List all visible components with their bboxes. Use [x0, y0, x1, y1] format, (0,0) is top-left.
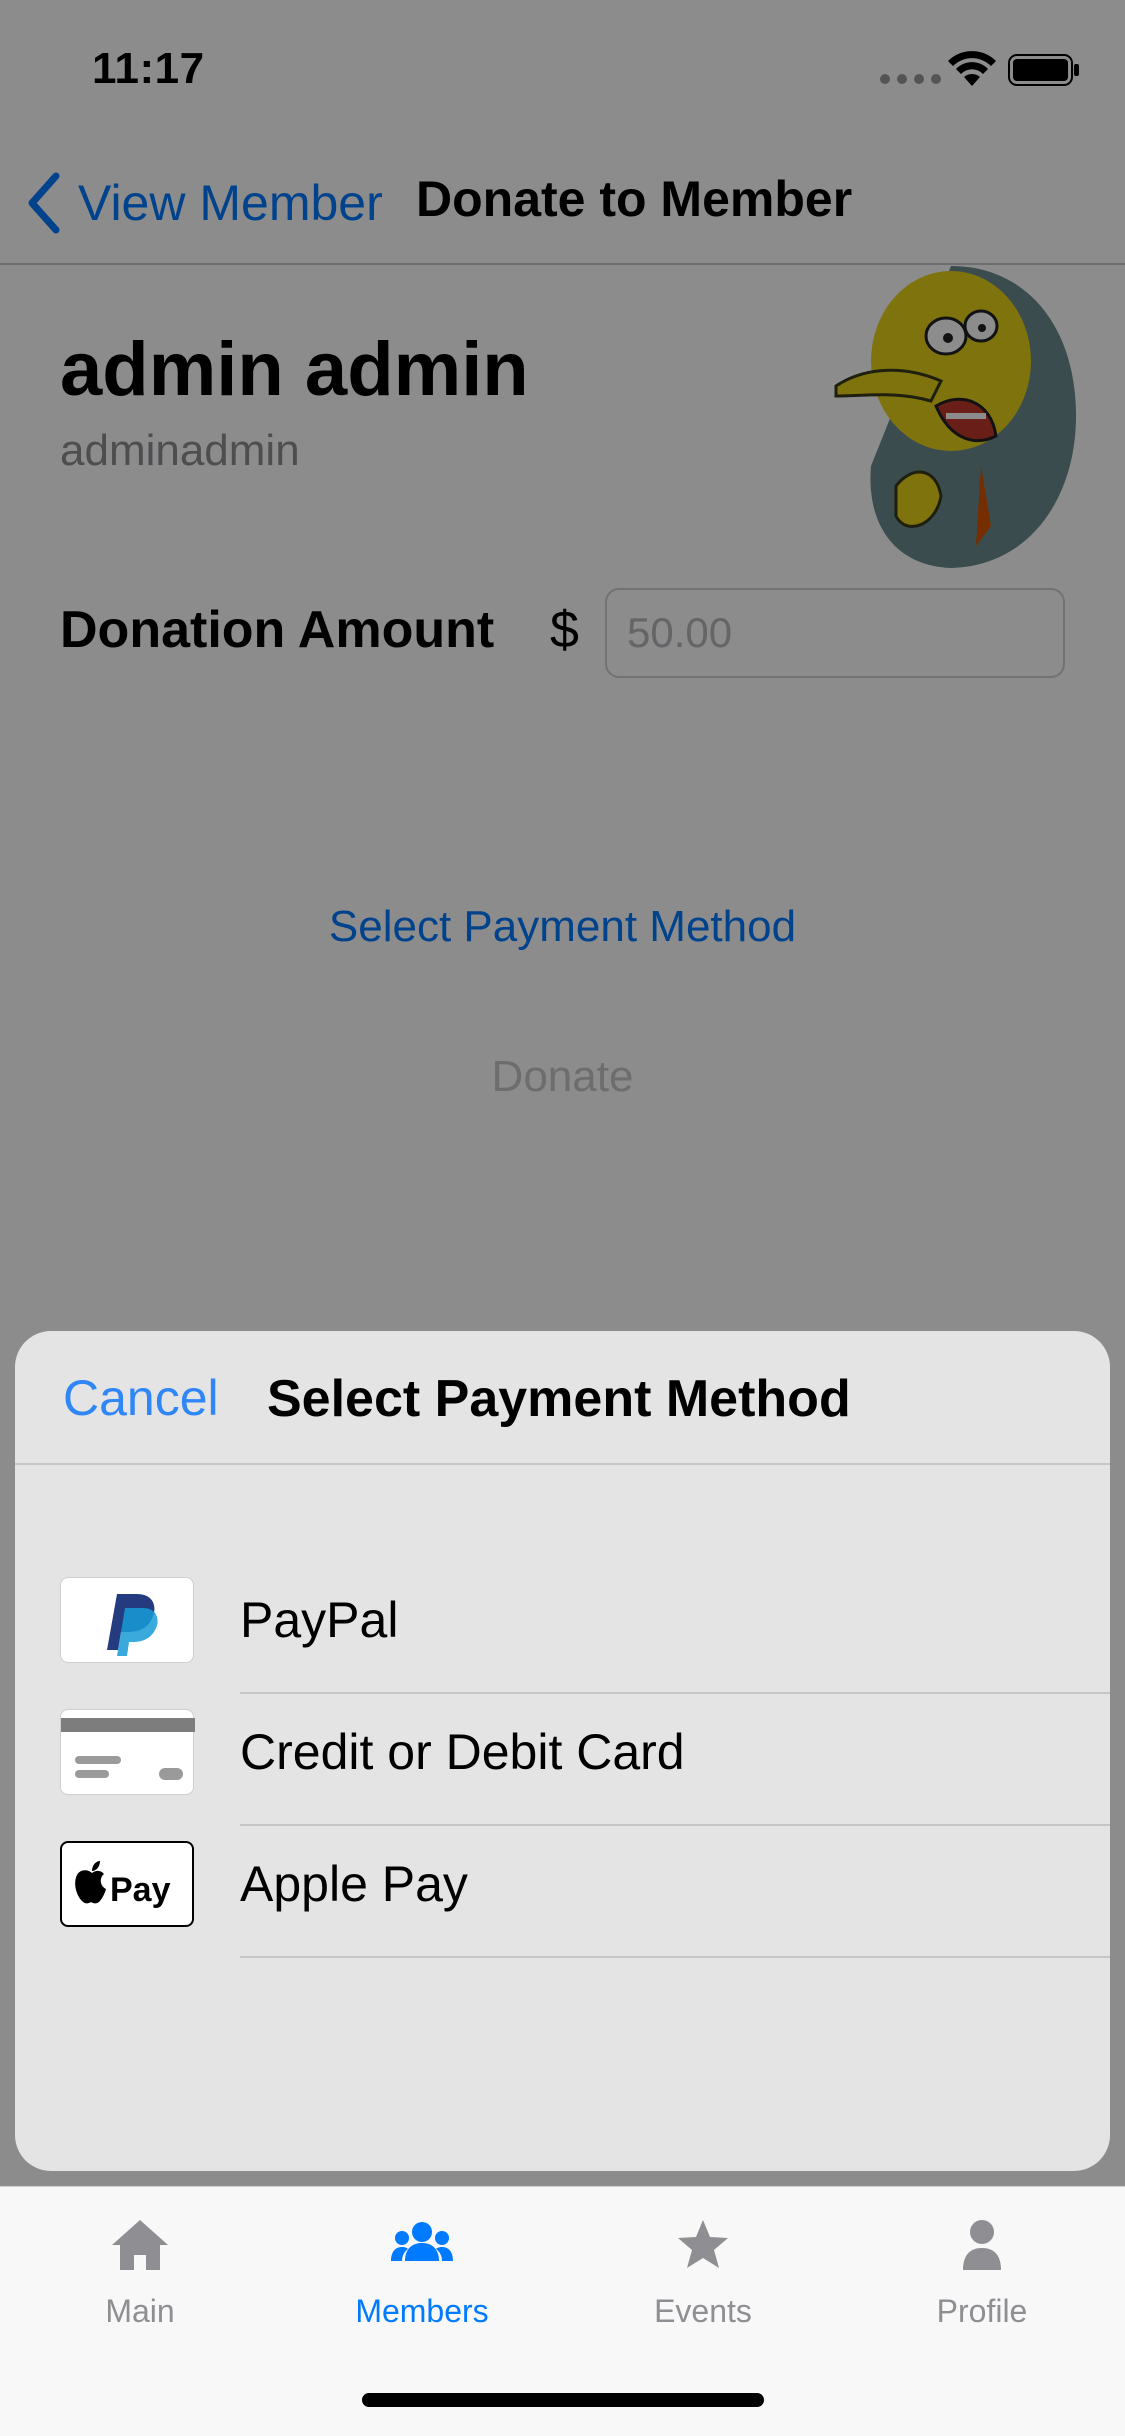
payment-method-apple-pay[interactable]: Pay Apple Pay	[15, 1841, 1110, 1973]
tab-label: Main	[105, 2293, 175, 2329]
payment-method-label: PayPal	[240, 1592, 399, 1648]
tab-label: Events	[654, 2293, 752, 2329]
paypal-icon	[60, 1577, 194, 1663]
payment-method-paypal[interactable]: PayPal	[15, 1577, 1110, 1709]
svg-text:Pay: Pay	[110, 1871, 171, 1909]
tab-members[interactable]: Members	[322, 2217, 522, 2347]
payment-method-label: Apple Pay	[240, 1856, 468, 1912]
row-divider	[240, 1692, 1110, 1694]
row-divider	[240, 1956, 1110, 1958]
row-divider	[240, 1824, 1110, 1826]
home-icon	[112, 2220, 168, 2270]
payment-method-sheet: Cancel Select Payment Method PayPal Cred…	[15, 1331, 1110, 2171]
home-indicator[interactable]	[362, 2393, 764, 2407]
sheet-header: Cancel Select Payment Method	[15, 1331, 1110, 1465]
tab-label: Profile	[936, 2293, 1028, 2329]
tab-profile[interactable]: Profile	[882, 2217, 1082, 2347]
tab-label: Members	[355, 2293, 489, 2329]
credit-card-icon	[60, 1709, 195, 1795]
cancel-button[interactable]: Cancel	[63, 1369, 219, 1427]
person-icon	[963, 2220, 1001, 2270]
apple-pay-icon: Pay	[60, 1841, 194, 1927]
payment-method-card[interactable]: Credit or Debit Card	[15, 1709, 1110, 1841]
payment-method-label: Credit or Debit Card	[240, 1724, 685, 1780]
star-icon	[678, 2220, 728, 2268]
tab-events[interactable]: Events	[603, 2217, 803, 2347]
sheet-title: Select Payment Method	[267, 1370, 851, 1428]
members-icon	[391, 2222, 453, 2261]
tab-main[interactable]: Main	[40, 2217, 240, 2347]
